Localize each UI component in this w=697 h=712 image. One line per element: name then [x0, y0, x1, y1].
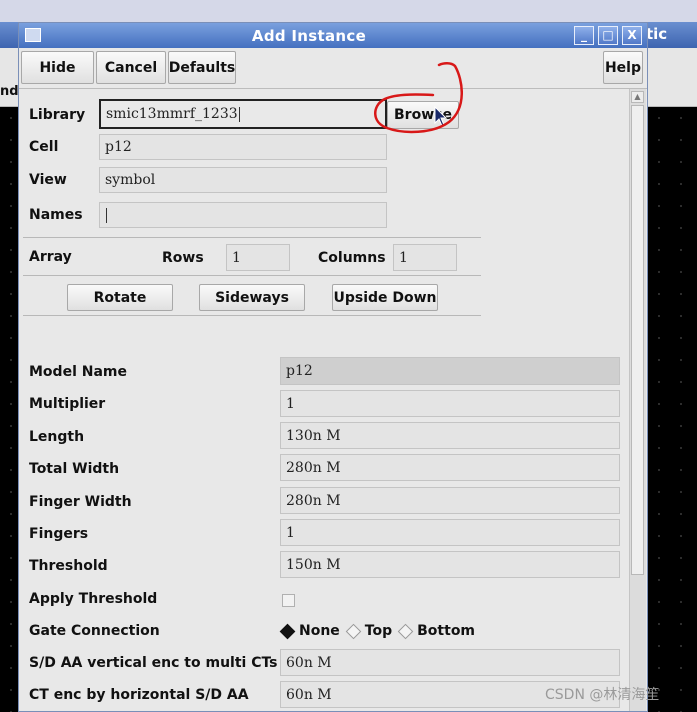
radio-selected-icon[interactable]: [279, 623, 296, 639]
apply-threshold-checkbox[interactable]: [282, 594, 295, 607]
sd-aa-vertical-label: S/D AA vertical enc to multi CTs: [29, 655, 278, 671]
finger-width-input[interactable]: 280n M: [280, 487, 620, 514]
model-name-input[interactable]: p12: [280, 357, 620, 385]
model-name-label: Model Name: [29, 364, 127, 380]
divider: [23, 237, 481, 238]
scroll-up-arrow-icon[interactable]: ▲: [631, 91, 644, 103]
view-input[interactable]: symbol: [99, 167, 387, 193]
mouse-pointer-icon: [434, 106, 448, 127]
names-label: Names: [29, 207, 83, 223]
total-width-value: 280n M: [286, 459, 341, 476]
cell-value: p12: [105, 139, 132, 155]
library-input[interactable]: smic13mmrf_1233: [99, 99, 387, 129]
finger-width-label: Finger Width: [29, 494, 132, 510]
radio-unselected-icon[interactable]: [345, 623, 362, 639]
library-value: smic13mmrf_1233: [106, 106, 238, 122]
gate-radio-top[interactable]: Top: [345, 623, 393, 639]
sideways-button[interactable]: Sideways: [199, 284, 305, 311]
rows-input[interactable]: 1: [226, 244, 290, 271]
view-value: symbol: [105, 172, 156, 188]
text-cursor: [238, 106, 240, 122]
help-button[interactable]: Help: [603, 51, 643, 84]
dialog-scrollbar[interactable]: ▲: [629, 89, 646, 711]
cell-label: Cell: [29, 139, 59, 155]
schematic-canvas-left[interactable]: [0, 107, 20, 712]
minimize-button[interactable]: _: [574, 26, 594, 45]
sd-aa-vertical-value: 60n M: [286, 654, 332, 671]
ct-enc-label: CT enc by horizontal S/D AA: [29, 687, 249, 703]
divider: [23, 315, 481, 316]
length-label: Length: [29, 429, 85, 445]
multiplier-label: Multiplier: [29, 396, 106, 412]
maximize-button[interactable]: □: [598, 26, 618, 45]
fingers-label: Fingers: [29, 526, 89, 542]
gate-radio-none[interactable]: None: [279, 623, 340, 639]
defaults-button[interactable]: Defaults: [168, 51, 236, 84]
ct-enc-value: 60n M: [286, 686, 332, 703]
rotate-button[interactable]: Rotate: [67, 284, 173, 311]
multiplier-input[interactable]: 1: [280, 390, 620, 417]
scroll-thumb[interactable]: [631, 105, 644, 575]
desktop-top-strip: [0, 0, 697, 22]
rows-label: Rows: [162, 250, 204, 266]
names-input[interactable]: [99, 202, 387, 228]
hide-button[interactable]: Hide: [21, 51, 94, 84]
columns-input[interactable]: 1: [393, 244, 457, 271]
length-value: 130n M: [286, 427, 341, 444]
columns-label: Columns: [318, 250, 386, 266]
sd-aa-vertical-input[interactable]: 60n M: [280, 649, 620, 676]
fingers-input[interactable]: 1: [280, 519, 620, 546]
divider: [23, 275, 481, 276]
csdn-watermark: CSDN @林清海笙: [545, 687, 660, 703]
columns-value: 1: [399, 249, 408, 266]
total-width-input[interactable]: 280n M: [280, 454, 620, 481]
library-label: Library: [29, 107, 86, 123]
fingers-value: 1: [286, 524, 295, 541]
apply-threshold-label: Apply Threshold: [29, 591, 158, 607]
upside-down-button[interactable]: Upside Down: [332, 284, 438, 311]
radio-unselected-icon[interactable]: [397, 623, 414, 639]
model-name-value: p12: [286, 363, 313, 379]
threshold-label: Threshold: [29, 558, 108, 574]
gate-connection-radio-group: None Top Bottom: [279, 623, 483, 639]
gate-connection-label: Gate Connection: [29, 623, 160, 639]
cancel-button[interactable]: Cancel: [96, 51, 166, 84]
length-input[interactable]: 130n M: [280, 422, 620, 449]
background-left-text: nd: [0, 84, 19, 99]
rows-value: 1: [232, 249, 241, 266]
gate-radio-top-label: Top: [364, 623, 393, 639]
dialog-toolbar: Hide Cancel Defaults Help: [19, 48, 647, 89]
gate-radio-bottom-label: Bottom: [417, 623, 476, 639]
close-button[interactable]: X: [622, 26, 642, 45]
threshold-value: 150n M: [286, 556, 341, 573]
dialog-titlebar[interactable]: Add Instance _ □ X: [19, 23, 647, 48]
gate-radio-none-label: None: [299, 623, 340, 639]
browse-button[interactable]: Browse: [387, 101, 459, 129]
array-label: Array: [29, 249, 72, 265]
finger-width-value: 280n M: [286, 492, 341, 509]
multiplier-value: 1: [286, 395, 295, 412]
schematic-canvas-right[interactable]: [648, 107, 697, 712]
cell-input[interactable]: p12: [99, 134, 387, 160]
add-instance-dialog: Add Instance _ □ X Hide Cancel Defaults …: [18, 22, 648, 712]
gate-radio-bottom[interactable]: Bottom: [397, 623, 476, 639]
background-window-title: tic: [646, 25, 668, 43]
text-cursor: [106, 207, 107, 223]
view-label: View: [29, 172, 67, 188]
dialog-title: Add Instance: [251, 27, 367, 45]
threshold-input[interactable]: 150n M: [280, 551, 620, 578]
total-width-label: Total Width: [29, 461, 120, 477]
